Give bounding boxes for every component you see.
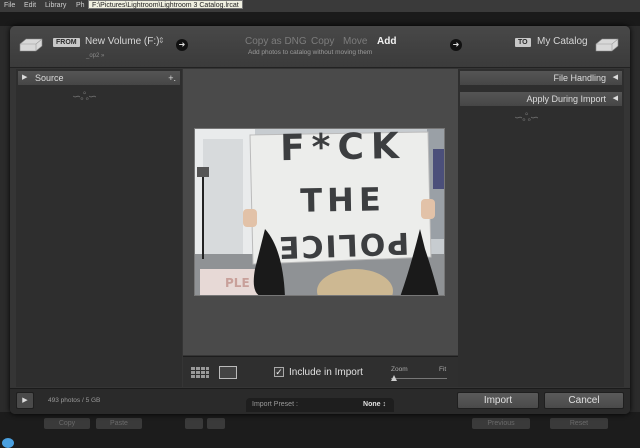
import-preset-label: Import Preset : bbox=[252, 401, 298, 408]
source-volume-name[interactable]: New Volume (F:) bbox=[85, 36, 159, 47]
cancel-button[interactable]: Cancel bbox=[544, 392, 624, 409]
arrow-right-icon: ➜ bbox=[176, 39, 188, 51]
menu-edit[interactable]: Edit bbox=[24, 2, 36, 9]
bg-paste-button: Paste bbox=[96, 418, 142, 429]
expand-dialog-button[interactable]: ▶ bbox=[16, 392, 34, 409]
include-in-import-label: Include in Import bbox=[289, 367, 363, 378]
panel-ornament-right: ∽ஃ∽ bbox=[514, 112, 539, 124]
include-checkbox[interactable]: ✓ bbox=[274, 367, 284, 377]
source-dropdown-icon[interactable]: ⇕ bbox=[158, 36, 165, 45]
background-strip bbox=[0, 12, 640, 26]
source-panel-header[interactable]: ▶ Source +. bbox=[18, 71, 180, 85]
grid-view-icon[interactable] bbox=[191, 367, 209, 379]
destination-catalog-name: My Catalog bbox=[537, 36, 588, 47]
source-drive-icon bbox=[19, 38, 43, 52]
menu-library[interactable]: Library bbox=[45, 2, 66, 9]
zoom-label: Zoom bbox=[391, 366, 408, 373]
zoom-slider-track[interactable] bbox=[391, 378, 447, 379]
apply-during-import-header[interactable]: Apply During Import ◀ bbox=[460, 92, 622, 106]
menu-photo[interactable]: Ph bbox=[76, 2, 85, 9]
import-header: FROM New Volume (F:) ⇕ _op2 » ➜ ➜ TO My … bbox=[10, 26, 630, 68]
sign-line-3: POLICE bbox=[276, 224, 410, 265]
zoom-slider-thumb[interactable] bbox=[391, 375, 397, 381]
expand-triangle-icon: ▶ bbox=[22, 74, 28, 81]
photo-count: 493 photos / 5 GB bbox=[48, 397, 101, 404]
fit-label: Fit bbox=[439, 366, 447, 373]
to-tag: TO bbox=[515, 38, 531, 47]
right-panel bbox=[458, 69, 624, 387]
source-label: Source bbox=[35, 73, 64, 83]
catalog-path-tooltip: F:\Pictures\Lightroom\Lightroom 3 Catalo… bbox=[88, 0, 243, 9]
bg-reset-button: Reset bbox=[550, 418, 608, 429]
from-tag: FROM bbox=[53, 38, 80, 47]
mode-description: Add photos to catalog without moving the… bbox=[248, 49, 373, 56]
destination-drive-icon bbox=[595, 38, 619, 52]
loupe-view-icon[interactable] bbox=[219, 366, 237, 379]
import-button[interactable]: Import bbox=[457, 392, 539, 409]
background-sign: PLE bbox=[225, 276, 250, 290]
sign-line-2: THE bbox=[299, 180, 387, 220]
collapse-triangle-icon: ◀ bbox=[612, 74, 618, 81]
mode-copy-as-dng[interactable]: Copy as DNG bbox=[245, 36, 307, 47]
panel-ornament-left: ∽ஃ∽ bbox=[72, 91, 97, 103]
add-source-icon[interactable]: +. bbox=[168, 71, 176, 85]
bg-copy-button: Copy bbox=[44, 418, 90, 429]
mode-move[interactable]: Move bbox=[343, 36, 367, 47]
arrow-right-icon-2: ➜ bbox=[450, 39, 462, 51]
photo-preview[interactable]: F*CK THE POLICE PLE bbox=[194, 128, 445, 296]
preview-toolbar: ✓ Include in Import Zoom Fit bbox=[183, 356, 458, 387]
mode-add[interactable]: Add bbox=[377, 36, 396, 47]
import-preset-bar[interactable]: Import Preset : None ↕ bbox=[246, 398, 394, 412]
apply-during-import-label: Apply During Import bbox=[526, 94, 606, 104]
taskbar-orb-icon bbox=[2, 438, 14, 448]
source-panel bbox=[16, 69, 182, 387]
collapse-triangle-icon-2: ◀ bbox=[612, 95, 618, 102]
source-subfolder: _op2 » bbox=[86, 53, 105, 59]
bg-previous-button: Previous bbox=[472, 418, 530, 429]
file-handling-header[interactable]: File Handling ◀ bbox=[460, 71, 622, 85]
menu-file[interactable]: File bbox=[4, 2, 15, 9]
bg-flag-button bbox=[185, 418, 203, 429]
file-handling-label: File Handling bbox=[553, 73, 606, 83]
mode-copy[interactable]: Copy bbox=[311, 36, 334, 47]
sign-line-1: F*CK bbox=[279, 128, 407, 170]
import-preset-value: None ↕ bbox=[363, 401, 386, 408]
bg-sync-button bbox=[207, 418, 225, 429]
